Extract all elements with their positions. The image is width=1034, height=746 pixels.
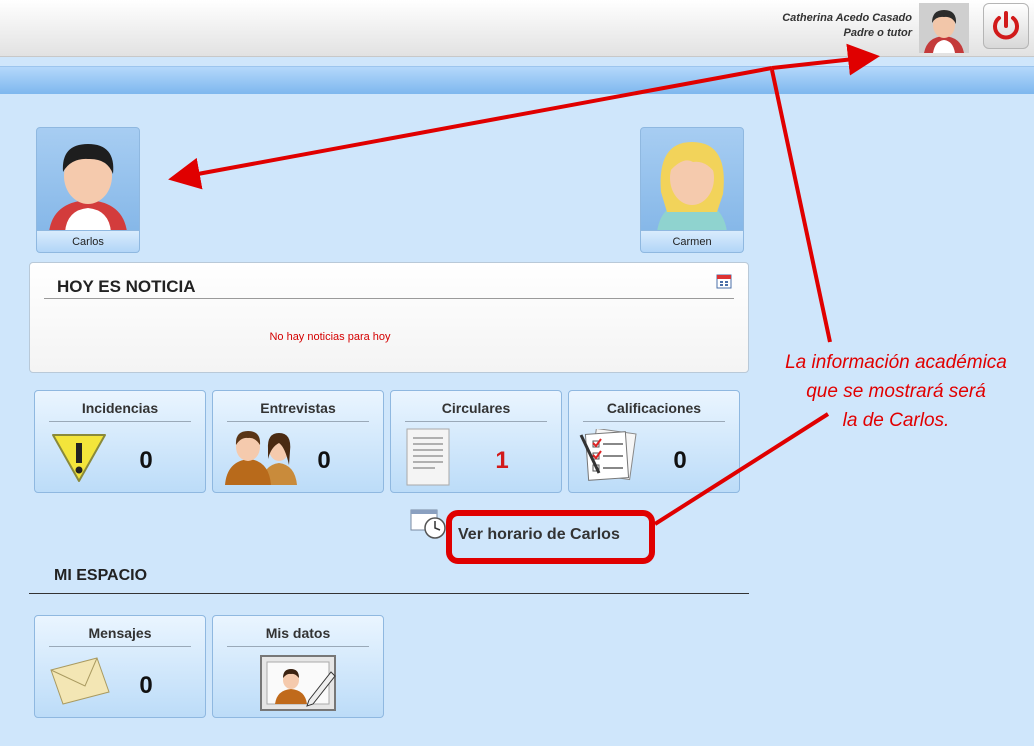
tile-mensajes[interactable]: Mensajes 0 bbox=[34, 615, 206, 718]
news-panel: HOY ES NOTICIA No hay noticias para hoy bbox=[29, 262, 749, 373]
tile-title: Mensajes bbox=[88, 625, 152, 641]
girl-avatar-icon bbox=[657, 142, 727, 232]
annotation-line: La información académica bbox=[785, 352, 1007, 373]
envelope-icon bbox=[50, 657, 110, 705]
people-icon bbox=[225, 431, 297, 485]
tile-title: Entrevistas bbox=[260, 400, 336, 416]
my-space-title: MI ESPACIO bbox=[54, 567, 148, 584]
tile-count: 0 bbox=[317, 447, 331, 474]
tile-entrevistas[interactable]: Entrevistas 0 bbox=[212, 390, 384, 493]
child-card-carlos[interactable]: Carlos bbox=[36, 127, 140, 253]
child-card-carmen[interactable]: Carmen bbox=[640, 127, 744, 253]
annotation-highlight bbox=[446, 510, 655, 564]
child-name: Carmen bbox=[641, 230, 743, 252]
tile-calificaciones[interactable]: Calificaciones 0 bbox=[568, 390, 740, 493]
user-name: Catherina Acedo Casado bbox=[782, 12, 912, 24]
annotation-note: La información académica que se mostrará… bbox=[762, 348, 1030, 435]
top-bar: Catherina Acedo Casado Padre o tutor bbox=[0, 0, 1034, 57]
divider bbox=[44, 298, 734, 299]
warning-icon bbox=[52, 434, 106, 482]
tile-incidencias[interactable]: Incidencias 0 bbox=[34, 390, 206, 493]
divider bbox=[49, 421, 191, 422]
tile-title: Circulares bbox=[441, 400, 511, 416]
divider bbox=[49, 646, 191, 647]
child-name: Carlos bbox=[37, 230, 139, 252]
tile-count: 0 bbox=[673, 447, 687, 474]
tile-title: Mis datos bbox=[265, 625, 331, 641]
tile-title: Incidencias bbox=[81, 400, 159, 416]
nav-strip bbox=[0, 66, 1034, 94]
boy-avatar-icon bbox=[49, 144, 127, 232]
user-avatar-icon[interactable] bbox=[919, 3, 969, 53]
grades-icon bbox=[579, 429, 637, 481]
power-icon bbox=[993, 11, 1019, 40]
tile-count: 0 bbox=[139, 447, 153, 474]
annotation-line: la de Carlos. bbox=[842, 410, 950, 431]
news-title: HOY ES NOTICIA bbox=[57, 277, 196, 296]
annotation-line: que se mostrará será bbox=[806, 381, 986, 402]
divider bbox=[405, 421, 547, 422]
user-info: Catherina Acedo Casado Padre o tutor bbox=[782, 11, 912, 41]
divider bbox=[227, 646, 369, 647]
schedule-clock-icon[interactable] bbox=[409, 508, 449, 540]
divider bbox=[583, 421, 725, 422]
profile-edit-icon bbox=[260, 655, 336, 711]
tile-mis-datos[interactable]: Mis datos bbox=[212, 615, 384, 718]
divider bbox=[29, 593, 749, 594]
document-icon bbox=[406, 428, 450, 486]
divider bbox=[227, 421, 369, 422]
calendar-icon[interactable] bbox=[716, 273, 732, 289]
tile-title: Calificaciones bbox=[606, 400, 702, 416]
news-empty-message: No hay noticias para hoy bbox=[269, 331, 391, 343]
tile-circulares[interactable]: Circulares 1 bbox=[390, 390, 562, 493]
tile-count: 0 bbox=[139, 672, 153, 699]
tile-count: 1 bbox=[495, 447, 509, 474]
logout-button[interactable] bbox=[983, 3, 1029, 49]
user-role: Padre o tutor bbox=[843, 27, 912, 39]
